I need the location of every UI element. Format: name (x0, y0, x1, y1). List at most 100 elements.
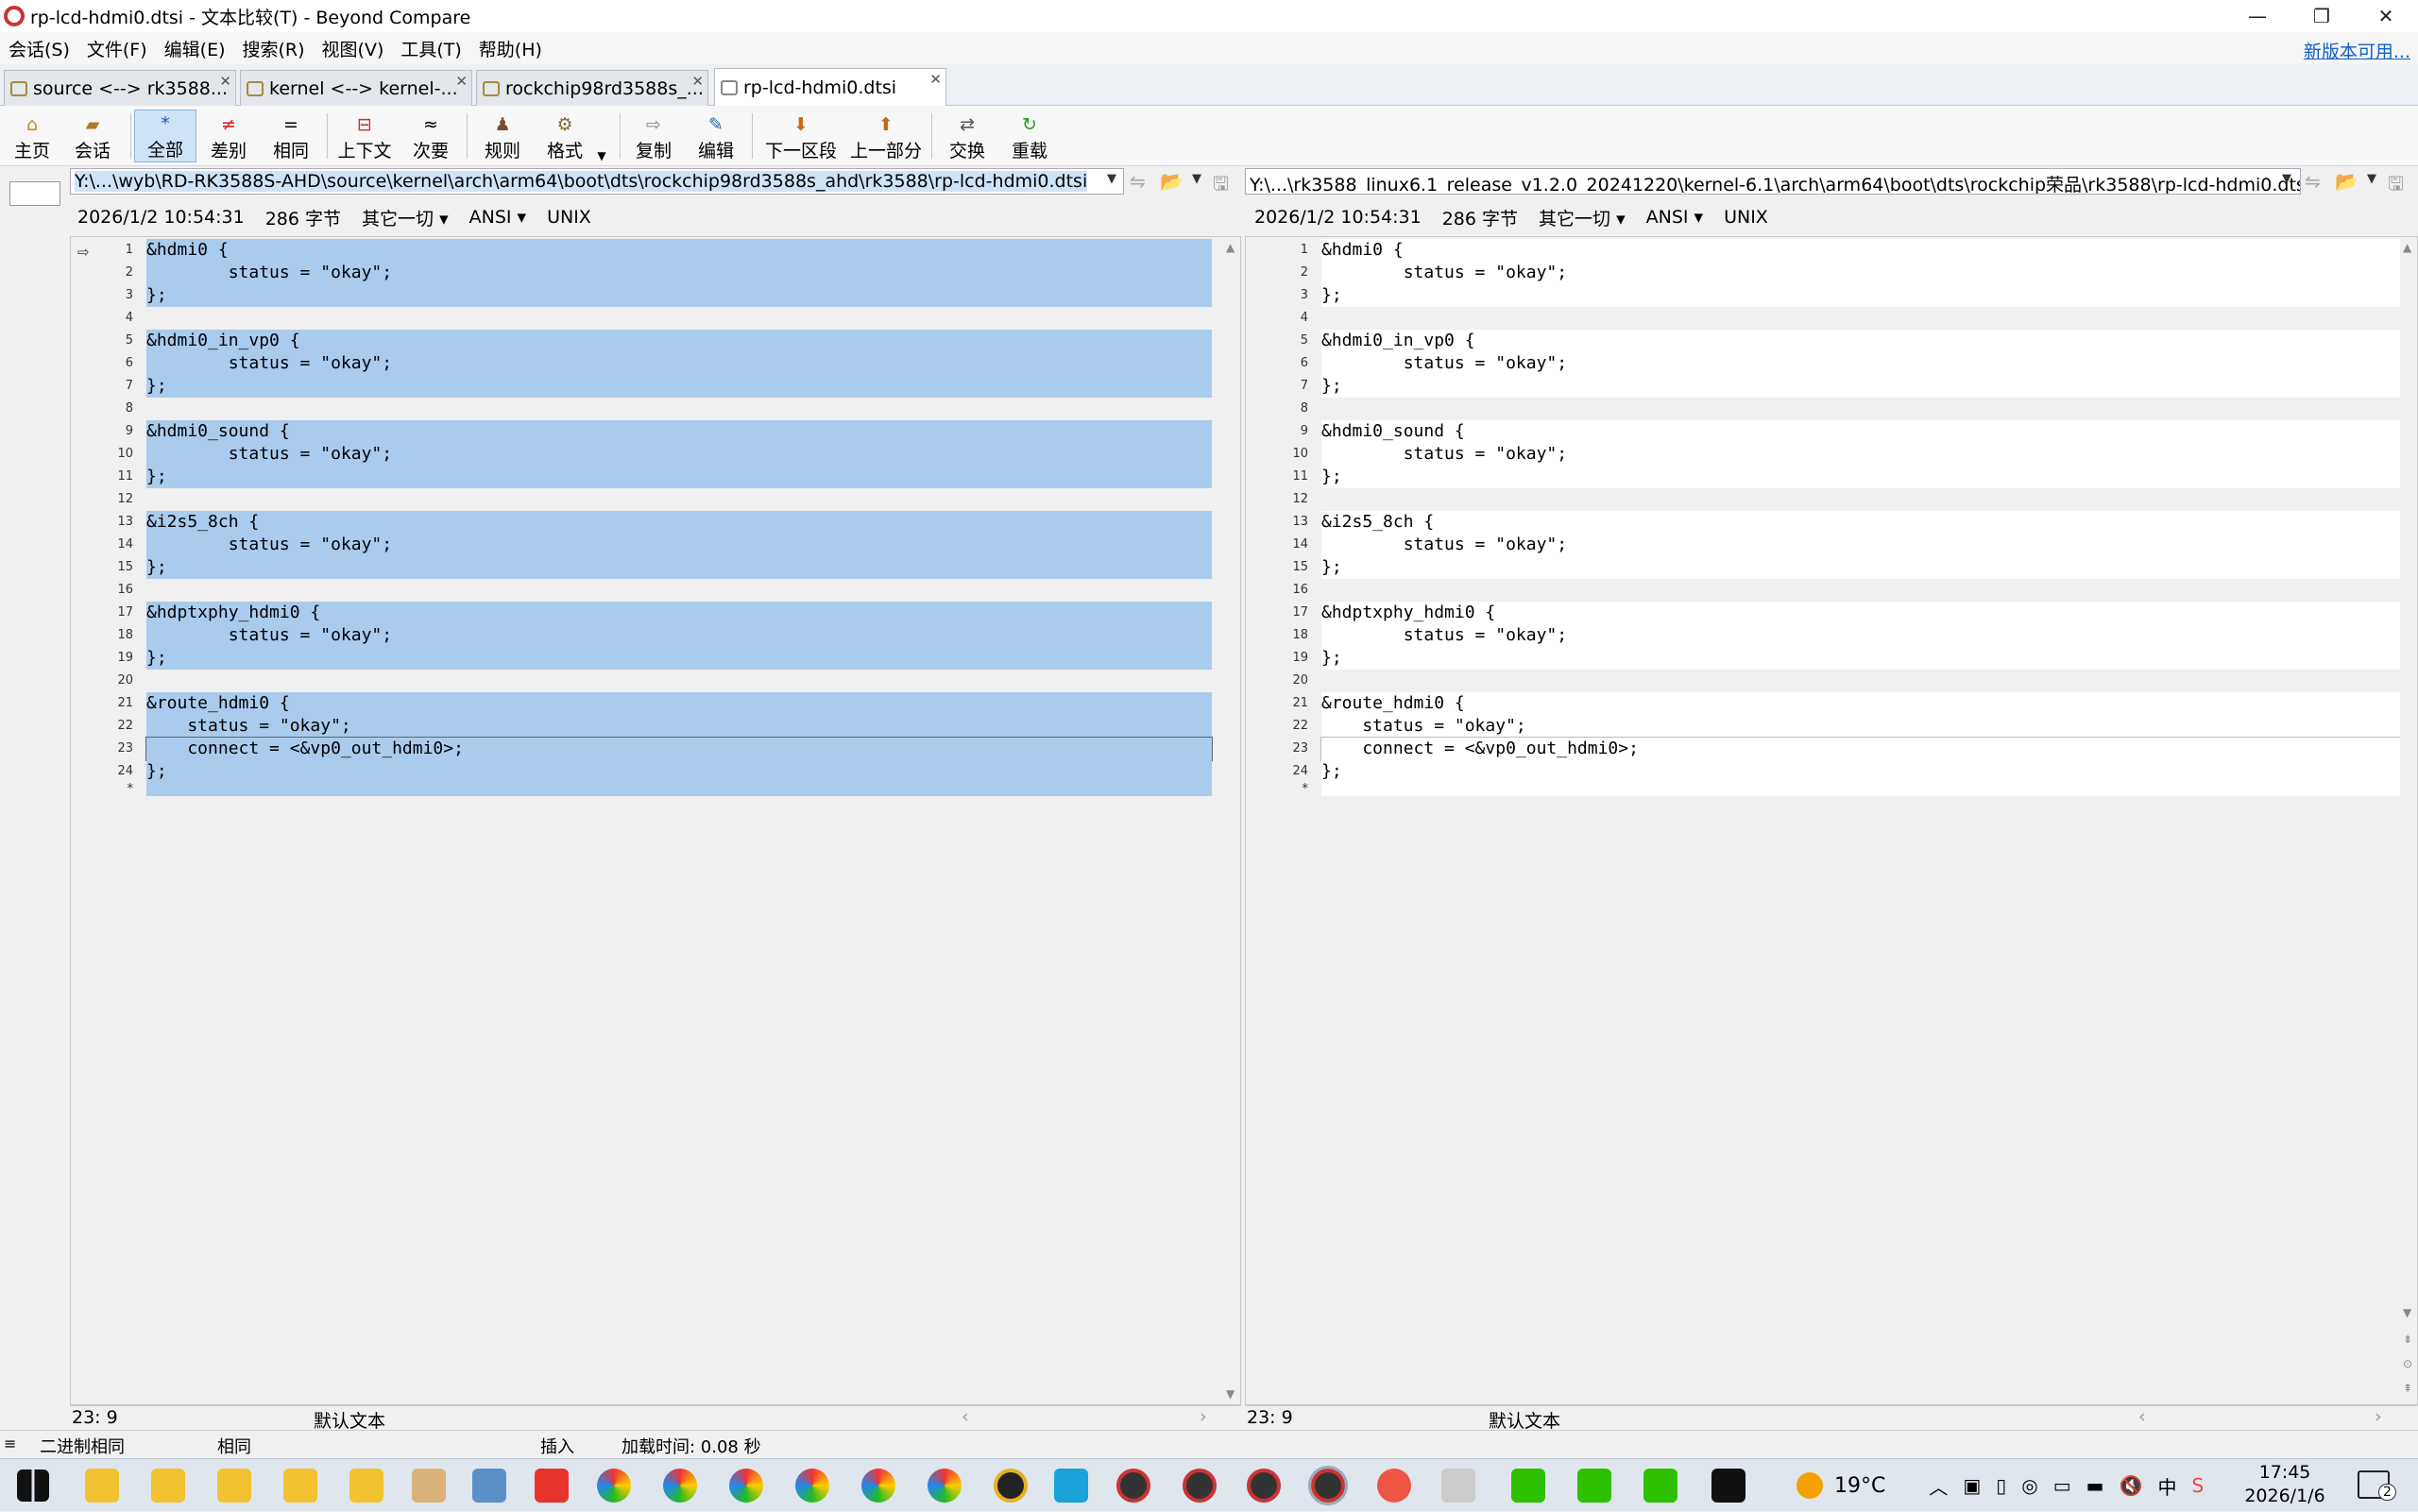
right-eol[interactable]: UNIX (1724, 207, 1768, 228)
code-line[interactable]: 20 (71, 670, 1212, 692)
left-eol[interactable]: UNIX (547, 207, 591, 228)
code-line[interactable]: 3}; (1246, 284, 2400, 307)
tab-close-icon[interactable]: ✕ (219, 73, 231, 90)
md5-tool-icon[interactable] (1054, 1469, 1088, 1503)
beyond-compare-icon[interactable] (1247, 1469, 1281, 1503)
code-line[interactable]: 12 (1246, 488, 2400, 511)
file-explorer-icon[interactable] (217, 1469, 251, 1503)
code-line[interactable]: 15}; (1246, 556, 2400, 579)
code-line[interactable]: 2 status = "okay"; (1246, 262, 2400, 284)
left-open-folder-icon[interactable]: 📂 (1160, 170, 1183, 193)
code-line[interactable]: 23 connect = <&vp0_out_hdmi0>; (71, 737, 1213, 761)
code-line[interactable]: 22 status = "okay"; (1246, 715, 2400, 738)
right-text-pane[interactable]: 1 &hdmi0 {2 status = "okay"; 3}; 4 5 &hdmi0_i… (1245, 236, 2418, 1405)
ultraedit-icon[interactable] (994, 1469, 1028, 1503)
code-line[interactable]: 4 (1246, 307, 2400, 330)
show-same-button[interactable]: = 相同 (264, 110, 317, 162)
context-button[interactable]: ⊟ 上下文 (332, 110, 397, 162)
tab-source-session[interactable]: source <--> rk3588... ✕ (4, 70, 236, 106)
code-line[interactable]: 21 &route_hdmi0 { (1246, 692, 2400, 715)
chrome-icon[interactable] (663, 1469, 697, 1503)
code-line[interactable]: 18 status = "okay"; (71, 624, 1212, 647)
code-line[interactable]: 6 status = "okay"; (71, 352, 1212, 375)
code-line[interactable]: 17 &hdptxphy_hdmi0 { (1246, 602, 2400, 624)
notepad-icon[interactable] (472, 1469, 506, 1503)
code-line[interactable]: 7}; (1246, 375, 2400, 398)
code-line[interactable]: 3}; (71, 284, 1212, 307)
code-line[interactable]: 14 status = "okay"; (71, 534, 1212, 556)
show-diff-button[interactable]: ≠ 差别 (202, 110, 255, 162)
tab-rp-lcd-hdmi0[interactable]: rp-lcd-hdmi0.dtsi ✕ (714, 68, 946, 107)
terminal-icon[interactable] (1711, 1469, 1745, 1503)
wechat-icon[interactable] (1511, 1469, 1545, 1503)
scroll-right-icon[interactable]: › (1200, 1406, 1207, 1427)
swirl-app-icon[interactable] (1377, 1469, 1411, 1503)
right-other-dropdown[interactable]: 其它一切 ▾ (1539, 205, 1626, 230)
left-vertical-scrollbar[interactable]: ▲ ▼ (1223, 237, 1240, 1404)
code-line[interactable]: 24}; (1246, 760, 2400, 783)
tray-app-icon[interactable]: ◎ (2021, 1474, 2037, 1497)
code-line[interactable]: 16 (71, 579, 1212, 602)
code-line[interactable]: 11}; (1246, 466, 2400, 488)
code-line[interactable]: 8 (71, 398, 1212, 420)
right-vertical-scrollbar[interactable]: ▲ ▼ ⇟ ⊙ ⇞ (2400, 237, 2417, 1404)
menu-file[interactable]: 文件(F) (78, 36, 156, 61)
code-line[interactable]: 23 connect = <&vp0_out_hdmi0>; (1246, 737, 2401, 761)
chrome-icon[interactable] (729, 1469, 763, 1503)
tab-rockchip-session[interactable]: rockchip98rd3588s_... ✕ (476, 70, 708, 106)
code-line[interactable]: 15}; (71, 556, 1212, 579)
menu-search[interactable]: 搜索(R) (234, 36, 314, 61)
right-save-icon[interactable]: 🖫 (2388, 170, 2404, 202)
code-line[interactable]: 17 &hdptxphy_hdmi0 { (71, 602, 1212, 624)
code-line[interactable]: 4 (71, 307, 1212, 330)
right-history-icon[interactable]: ⇋ (2305, 170, 2321, 193)
usb-icon[interactable]: ▯ (1996, 1474, 2006, 1497)
left-save-icon[interactable]: 🖫 (1213, 170, 1229, 202)
chrome-icon[interactable] (795, 1469, 829, 1503)
edit-button[interactable]: ✎ 编辑 (690, 110, 742, 162)
swap-button[interactable]: ⇄ 交换 (941, 110, 994, 162)
scroll-left-icon[interactable]: ‹ (2138, 1406, 2146, 1427)
code-line[interactable]: 8 (1246, 398, 2400, 420)
file-explorer-icon[interactable] (151, 1469, 185, 1503)
close-button[interactable]: ✕ (2354, 0, 2418, 32)
tab-close-icon[interactable]: ✕ (455, 73, 468, 90)
menu-edit[interactable]: 编辑(E) (156, 36, 234, 61)
windows-start-icon[interactable] (17, 1470, 49, 1502)
file-explorer-icon[interactable] (85, 1469, 119, 1503)
beyond-compare-icon[interactable] (1116, 1469, 1150, 1503)
code-line[interactable]: 1 &hdmi0 { (71, 239, 1212, 262)
code-line[interactable]: 16 (1246, 579, 2400, 602)
tab-kernel-session[interactable]: kernel <--> kernel-... ✕ (240, 70, 472, 106)
code-line[interactable]: 6 status = "okay"; (1246, 352, 2400, 375)
menu-help[interactable]: 帮助(H) (470, 36, 551, 61)
code-line[interactable]: 22 status = "okay"; (71, 715, 1212, 738)
current-diff-icon[interactable]: ⊙ (2403, 1357, 2412, 1370)
code-line[interactable]: 24}; (71, 760, 1212, 783)
menu-view[interactable]: 视图(V) (314, 36, 393, 61)
code-line[interactable]: 13 &i2s5_8ch { (1246, 511, 2400, 534)
code-line[interactable]: 20 (1246, 670, 2400, 692)
input-method-icon[interactable]: 中 (2157, 1472, 2176, 1500)
code-line[interactable]: 2 status = "okay"; (71, 262, 1212, 284)
code-line[interactable]: 7}; (71, 375, 1212, 398)
code-line[interactable]: 5 &hdmi0_in_vp0 { (1246, 330, 2400, 352)
code-line[interactable]: 5 &hdmi0_in_vp0 { (71, 330, 1212, 352)
prev-part-button[interactable]: ⬆ 上一部分 (846, 110, 926, 162)
update-available-link[interactable]: 新版本可用... (2304, 38, 2410, 63)
file-explorer-icon[interactable] (349, 1469, 383, 1503)
code-line[interactable]: 10 status = "okay"; (1246, 443, 2400, 466)
code-line[interactable]: 19}; (1246, 647, 2400, 670)
left-path-dropdown-icon[interactable]: ▼ (1107, 172, 1116, 186)
tab-close-icon[interactable]: ✕ (691, 73, 704, 90)
sogou-ime-icon[interactable]: S (2191, 1474, 2204, 1497)
chrome-icon[interactable] (928, 1469, 962, 1503)
left-other-dropdown[interactable]: 其它一切 ▾ (362, 205, 449, 230)
right-open-folder-icon[interactable]: 📂 (2335, 170, 2358, 193)
wps-office-icon[interactable] (535, 1469, 569, 1503)
file-explorer-icon[interactable] (283, 1469, 317, 1503)
format-button[interactable]: ⚙ 格式 (538, 110, 591, 162)
paint-icon[interactable] (412, 1469, 446, 1503)
tools-icon[interactable] (1441, 1469, 1475, 1503)
left-open-dropdown-icon[interactable]: ▼ (1192, 172, 1201, 186)
